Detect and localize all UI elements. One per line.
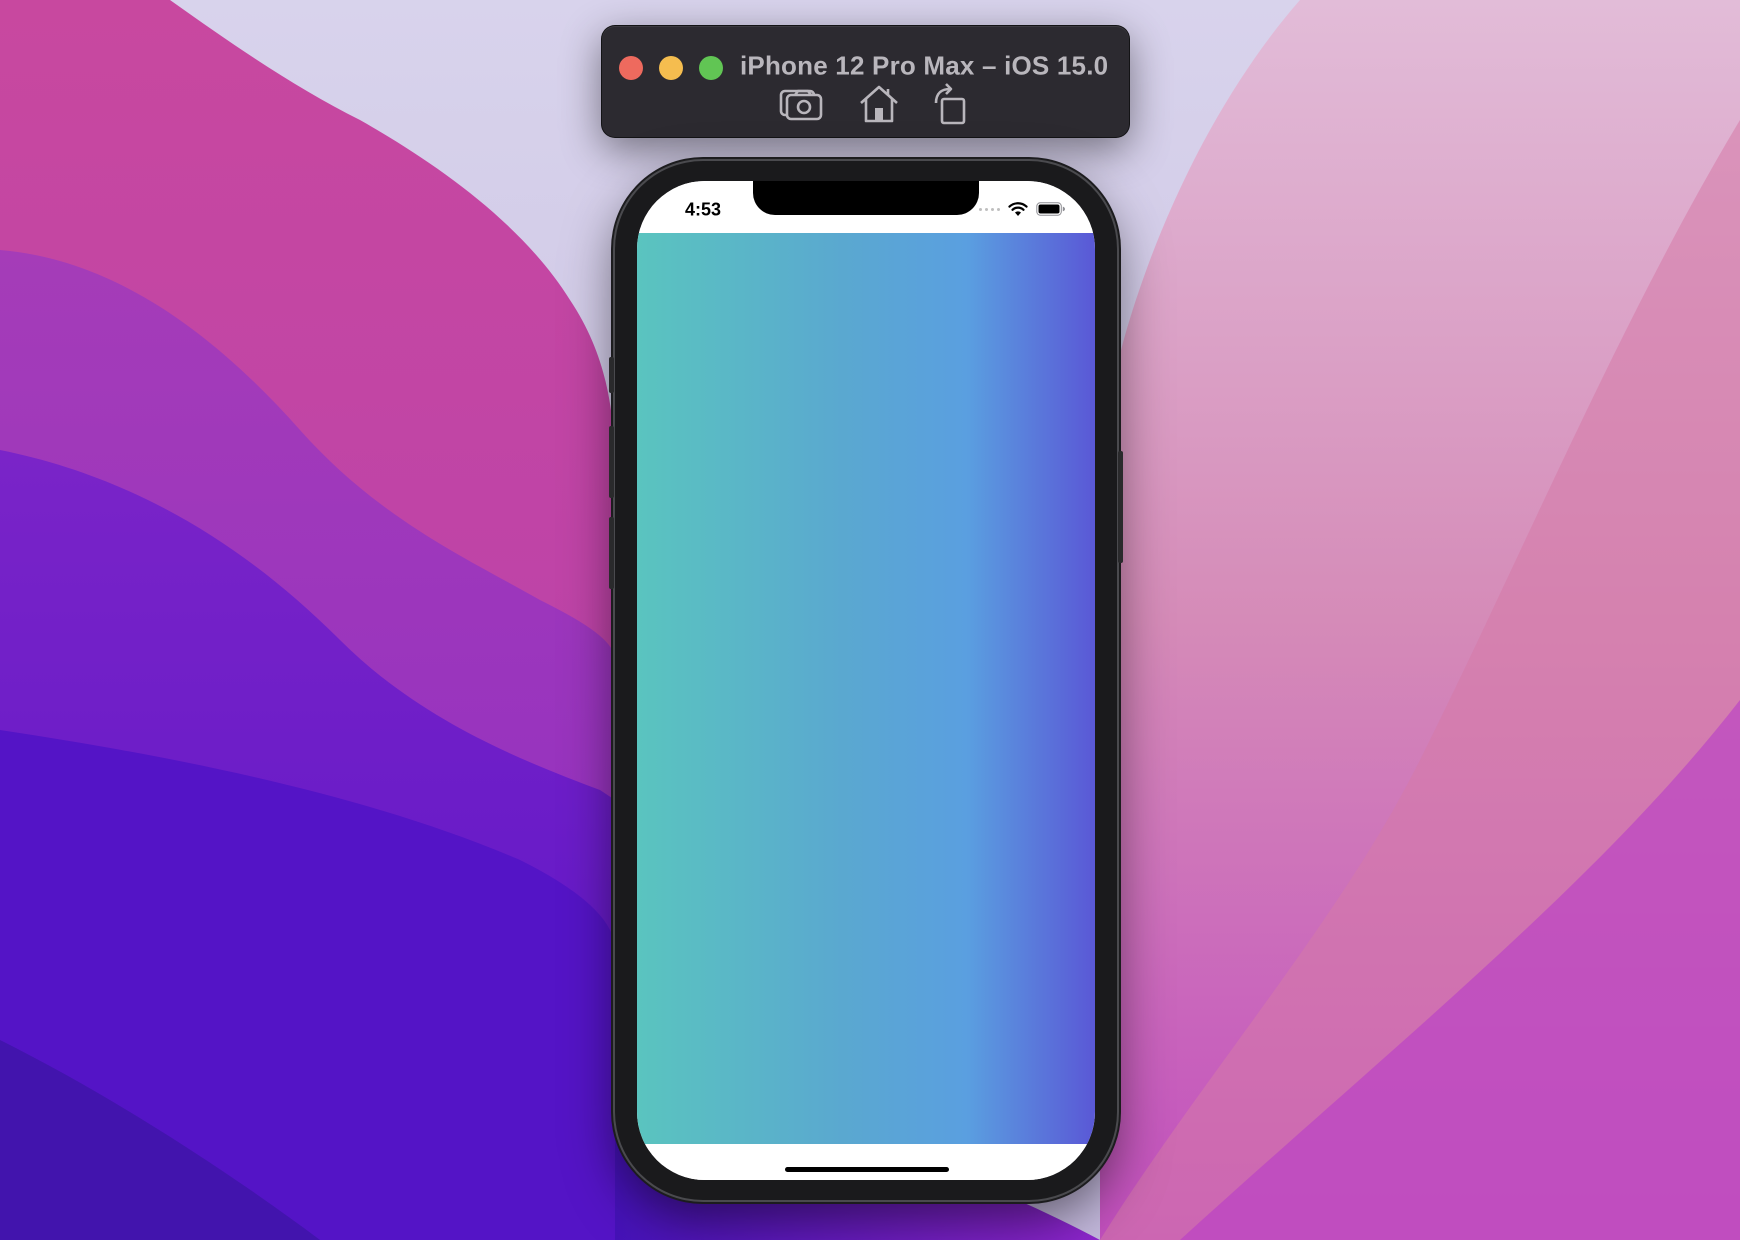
status-time: 4:53 (685, 199, 722, 220)
screenshot-button[interactable] (778, 81, 824, 127)
close-button[interactable] (619, 56, 643, 80)
mute-switch (609, 357, 614, 393)
minimize-button[interactable] (659, 56, 683, 80)
rotate-button[interactable] (928, 81, 974, 127)
signal-icon (979, 207, 1000, 211)
volume-down-button (609, 517, 614, 589)
device-screen: 4:53 (637, 181, 1095, 1180)
wifi-icon (1008, 201, 1028, 216)
battery-icon (1036, 202, 1065, 216)
simulator-titlebar: iPhone 12 Pro Max – iOS 15.0 (601, 25, 1130, 138)
power-button (1118, 451, 1123, 563)
volume-up-button (609, 426, 614, 498)
device-notch (753, 181, 979, 215)
gradient-view (637, 233, 1095, 1144)
camera-icon (779, 89, 823, 121)
status-icons (979, 200, 1065, 218)
bottom-safe-area (637, 1144, 1095, 1180)
home-button[interactable] (856, 81, 902, 127)
rotate-icon (934, 83, 966, 125)
window-title: iPhone 12 Pro Max – iOS 15.0 (740, 50, 1109, 81)
home-icon (860, 85, 898, 123)
zoom-button[interactable] (699, 56, 723, 80)
home-indicator[interactable] (785, 1167, 949, 1172)
iphone-device: 4:53 (609, 161, 1123, 1200)
